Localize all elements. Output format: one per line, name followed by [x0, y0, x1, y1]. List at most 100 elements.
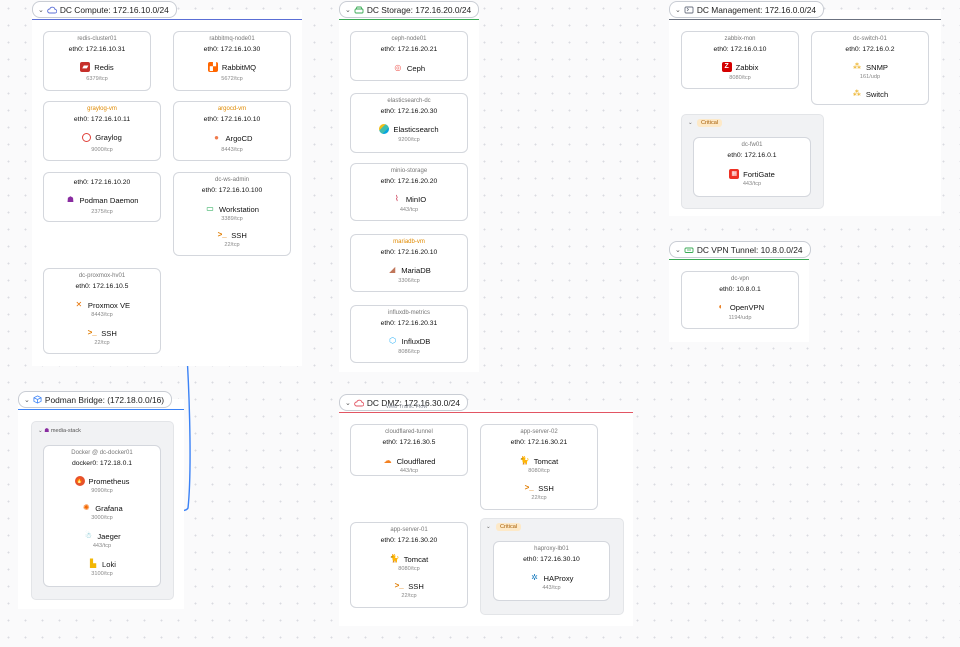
service[interactable]: ☗ Podman Daemon: [44, 195, 160, 205]
service[interactable]: ⬡ InfluxDB: [351, 336, 467, 346]
node-dc-vpn[interactable]: dc-vpn eth0: 10.8.0.1 ◐ OpenVPN 1194/udp: [681, 271, 799, 329]
service[interactable]: ☁ Cloudflared: [351, 456, 467, 466]
node-rabbitmq[interactable]: rabbitmq-node01 eth0: 172.16.10.30 ▞ Rabb…: [173, 31, 291, 91]
port: 8080/tcp: [729, 75, 751, 81]
service-label: Elasticsearch: [393, 124, 439, 134]
node-elasticsearch[interactable]: elasticsearch-dc eth0: 172.16.20.30 Elas…: [350, 93, 468, 153]
node-redis[interactable]: redis-cluster01 eth0: 172.16.10.31 ▰ Redi…: [43, 31, 151, 91]
chevron-down-icon[interactable]: ⌄: [486, 524, 491, 530]
hostname: cloudflared-tunnel: [385, 429, 433, 435]
node-cloudflared[interactable]: cloudflared-tunnel eth0: 172.16.30.5 ☁ Cl…: [350, 424, 468, 476]
node-haproxy[interactable]: haproxy-lb01 eth0: 172.16.30.10 ✲ HAProxy…: [493, 541, 610, 601]
service-label: Cloudflared: [396, 456, 436, 466]
chevron-down-icon[interactable]: ⌄: [688, 120, 693, 126]
zone-podman-pill[interactable]: ⌄ Podman Bridge: (172.18.0.0/16): [18, 391, 173, 408]
service[interactable]: ▰ Redis: [44, 62, 150, 72]
service[interactable]: ◐ OpenVPN: [682, 302, 798, 312]
zabbix-icon: Z: [721, 62, 732, 72]
service[interactable]: ▞ RabbitMQ: [174, 62, 290, 72]
port: 443/tcp: [742, 181, 762, 187]
ip-address: eth0: 172.16.30.5: [382, 439, 436, 446]
node-graylog[interactable]: graylog-vm eth0: 172.16.10.11 Graylog 90…: [43, 101, 161, 161]
graylog-icon: [82, 133, 92, 142]
service-label: Proxmox VE: [87, 300, 131, 310]
service[interactable]: >_ SSH: [174, 230, 290, 240]
service[interactable]: 🐈 Tomcat: [351, 554, 467, 564]
service[interactable]: ◎ Ceph: [351, 63, 467, 73]
service[interactable]: ● ArgoCD: [174, 133, 290, 143]
database-icon: [354, 6, 364, 13]
chevron-down-icon[interactable]: ⌄: [38, 428, 43, 434]
hostname: influxdb-metrics: [387, 310, 430, 316]
chevron-down-icon[interactable]: ⌄: [675, 246, 681, 254]
ip-address: eth0: 172.16.0.2: [845, 46, 895, 53]
node-mariadb[interactable]: mariadb-vm eth0: 172.16.20.10 ◢ MariaDB 3…: [350, 234, 468, 292]
node-zabbix[interactable]: zabbix-mon eth0: 172.16.0.10 Z Zabbix 808…: [681, 31, 799, 89]
node-argocd[interactable]: argocd-vm eth0: 172.16.10.10 ● ArgoCD 844…: [173, 101, 291, 161]
argocd-icon: ●: [214, 133, 219, 142]
node-dc-proxmox-hv01[interactable]: dc-proxmox-hv01 eth0: 172.16.10.5 ✕ Proxm…: [43, 268, 161, 354]
haproxy-icon: ✲: [531, 573, 538, 582]
service[interactable]: 🔥 Prometheus: [44, 476, 160, 486]
service[interactable]: ◢ MariaDB: [351, 265, 467, 275]
hostname: minio-storage: [390, 168, 428, 174]
service[interactable]: ▙ Loki: [44, 559, 160, 569]
zone-storage-pill[interactable]: ⌄ DC Storage: 172.16.20.0/24: [339, 1, 480, 18]
node-influxdb[interactable]: influxdb-metrics eth0: 172.16.20.31 ⬡ Inf…: [350, 305, 468, 363]
zone-vpn-pill[interactable]: ⌄ DC VPN Tunnel: 10.8.0.0/24: [669, 241, 811, 258]
service[interactable]: >_ SSH: [44, 328, 160, 338]
ip-address: eth0: 172.16.0.10: [713, 46, 767, 53]
chevron-down-icon[interactable]: ⌄: [24, 396, 30, 404]
node-ceph[interactable]: ceph-node01 eth0: 172.16.20.21 ◎ Ceph: [350, 31, 468, 81]
ip-address: eth0: 172.16.10.20: [73, 179, 131, 186]
service[interactable]: ☃ Jaeger: [44, 531, 160, 541]
node-docker[interactable]: Docker @ dc-docker01 docker0: 172.18.0.1…: [43, 445, 161, 587]
node-dc-ws-admin[interactable]: dc-ws-admin eth0: 172.16.10.100 ▭ Worksta…: [173, 172, 291, 256]
node-podman-daemon[interactable]: eth0: 172.16.10.20 ☗ Podman Daemon 2375/t…: [43, 172, 161, 222]
service[interactable]: >_ SSH: [351, 581, 467, 591]
zone-vpn-rule: [669, 259, 809, 261]
node-app-server-02[interactable]: app-server-02 eth0: 172.16.30.21 🐈 Tomcat…: [480, 424, 598, 510]
chevron-down-icon[interactable]: ⌄: [675, 6, 681, 14]
tomcat-icon: 🐈: [519, 456, 530, 465]
service[interactable]: ▦ FortiGate: [694, 169, 810, 179]
service[interactable]: >_ SSH: [481, 483, 597, 493]
node-dc-switch-01[interactable]: dc-switch-01 eth0: 172.16.0.2 ⁂ SNMP 161/…: [811, 31, 929, 105]
service[interactable]: ✲ HAProxy: [494, 573, 609, 583]
service[interactable]: Z Zabbix: [682, 62, 798, 72]
monitor-icon: [684, 6, 694, 13]
zone-compute-label: DC Compute: 172.16.10.0/24: [59, 4, 169, 15]
group-header[interactable]: ⌄ ☗ media-stack: [38, 428, 81, 434]
ip-address: eth0: 172.16.20.20: [380, 178, 438, 185]
terminal-icon: >_: [217, 230, 227, 239]
service-label: Switch: [865, 89, 889, 99]
service[interactable]: ⌇ MinIO: [351, 194, 467, 204]
cloud-icon: [354, 399, 364, 406]
service[interactable]: ✕ Proxmox VE: [44, 300, 160, 310]
service-label: Loki: [102, 559, 116, 569]
service[interactable]: Graylog: [44, 133, 160, 142]
service[interactable]: ⁂ Switch: [812, 89, 928, 99]
ip-address: eth0: 172.16.20.10: [380, 249, 438, 256]
network-icon: ⁂: [853, 62, 862, 71]
service[interactable]: Elasticsearch: [351, 124, 467, 134]
fortigate-icon: ▦: [729, 169, 740, 179]
node-app-server-01[interactable]: app-server-01 eth0: 172.16.30.20 🐈 Tomcat…: [350, 522, 468, 608]
ip-address: eth0: 172.16.10.10: [203, 116, 261, 123]
node-dc-fw01[interactable]: dc-fw01 eth0: 172.16.0.1 ▦ FortiGate 443/…: [693, 137, 811, 197]
port: 3000/tcp: [91, 515, 113, 521]
service[interactable]: ⁂ SNMP: [812, 62, 928, 72]
port: 5672/tcp: [221, 76, 243, 82]
service-label: Tomcat: [533, 456, 559, 466]
chevron-down-icon[interactable]: ⌄: [345, 399, 351, 407]
zone-compute-pill[interactable]: ⌄ DC Compute: 172.16.10.0/24: [32, 1, 177, 18]
service-label: Jaeger: [97, 531, 121, 541]
chevron-down-icon[interactable]: ⌄: [38, 6, 44, 14]
node-minio[interactable]: minio-storage eth0: 172.16.20.20 ⌇ MinIO …: [350, 163, 468, 221]
service[interactable]: ✺ Grafana: [44, 503, 160, 513]
zone-management-pill[interactable]: ⌄ DC Management: 172.16.0.0/24: [669, 1, 825, 18]
service[interactable]: 🐈 Tomcat: [481, 456, 597, 466]
chevron-down-icon[interactable]: ⌄: [345, 6, 351, 14]
service[interactable]: ▭ Workstation: [174, 204, 290, 214]
port: 1194/udp: [728, 315, 752, 321]
